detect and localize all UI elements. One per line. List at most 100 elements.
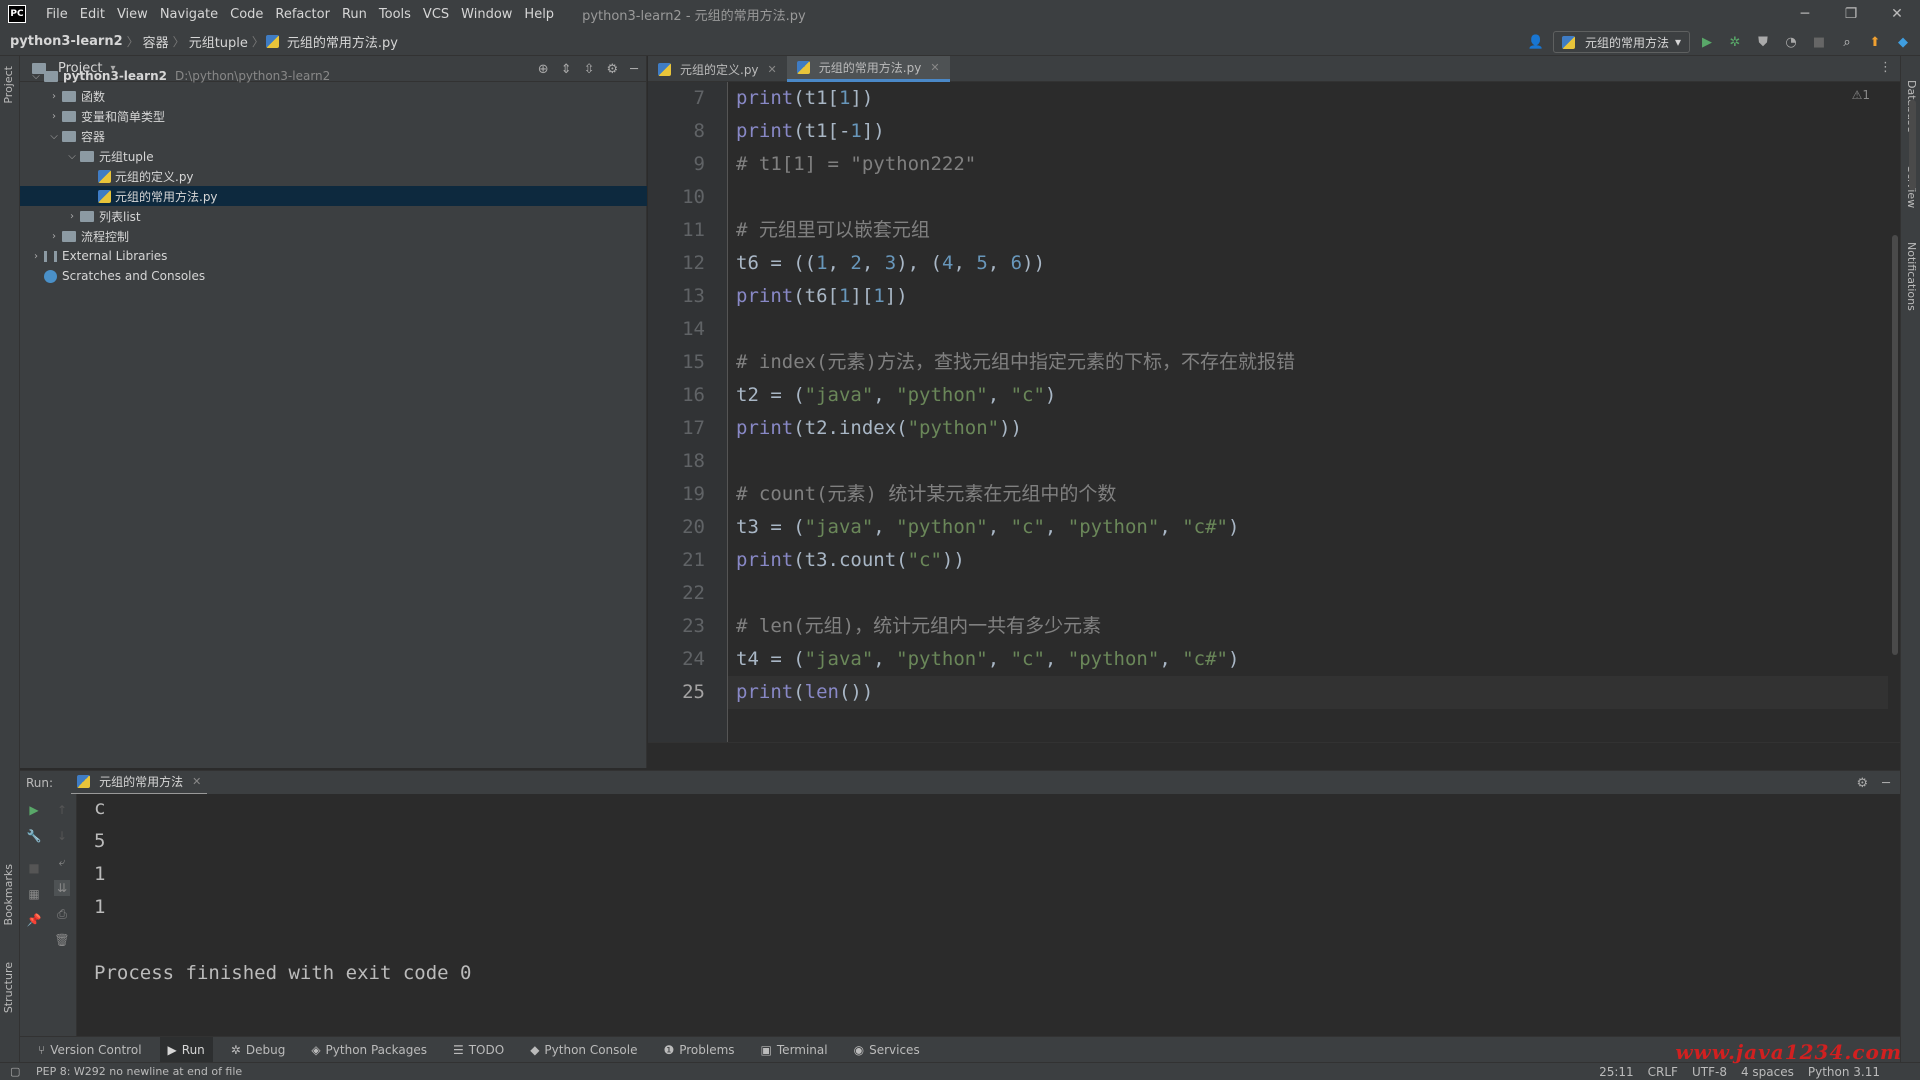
rerun-icon[interactable]: ▶ [26,802,42,818]
code-line[interactable]: # 元组里可以嵌套元组 [736,214,1896,247]
hide-icon[interactable]: ─ [1882,776,1890,791]
code-line[interactable]: print(t2.index("python")) [736,412,1896,445]
chevron-right-icon[interactable]: › [64,211,80,222]
code-line[interactable] [736,445,1896,478]
code-editor[interactable]: ⚠1 print(t1[1]) print(t1[-1]) # t1[1] = "p… [728,82,1900,742]
menu-refactor[interactable]: Refactor [269,7,336,22]
menu-window[interactable]: Window [455,7,518,22]
code-line[interactable]: print(len()) [728,676,1888,709]
code-line[interactable]: print(t6[1][1]) [736,280,1896,313]
code-line[interactable]: print(t3.count("c")) [736,544,1896,577]
debug-icon[interactable]: ✲ [1724,31,1746,53]
tree-item[interactable]: › 列表list [20,206,647,226]
run-icon[interactable]: ▶ [1696,31,1718,53]
user-icon[interactable]: 👤 [1525,31,1547,53]
menu-help[interactable]: Help [518,7,560,22]
soft-wrap-icon[interactable]: ⤶ [54,854,70,870]
search-icon[interactable]: ⌕ [1836,31,1858,53]
close-icon[interactable]: ✕ [768,63,777,76]
close-button[interactable]: ✕ [1874,0,1920,28]
arrow-down-icon[interactable]: ↓ [54,828,70,844]
tree-item[interactable]: ⌵ python3-learn2 D:\python\python3-learn2 [20,66,647,86]
chevron-right-icon[interactable]: › [46,111,62,122]
gear-icon[interactable]: ⚙ [1857,776,1869,791]
chevron-down-icon[interactable]: ⌵ [64,151,80,162]
notifications-tool-tab[interactable]: Notifications [1905,242,1918,311]
pin-icon[interactable]: 📌 [26,912,42,928]
chevron-right-icon[interactable]: › [46,91,62,102]
chevron-down-icon[interactable]: ⌵ [28,71,44,82]
more-options-icon[interactable]: ⋮ [1879,60,1892,75]
minimize-button[interactable]: ─ [1782,0,1828,28]
code-line[interactable]: t3 = ("java", "python", "c", "python", "… [736,511,1896,544]
editor-tab[interactable]: 元组的定义.py ✕ [648,56,787,82]
update-icon[interactable]: ⬆ [1864,31,1886,53]
breadcrumb-item[interactable]: 元组的常用方法.py [283,32,402,51]
chevron-right-icon[interactable]: › [28,251,44,262]
tree-item[interactable]: ⌵ 元组tuple [20,146,647,166]
menu-tools[interactable]: Tools [373,7,417,22]
tool-window-todo[interactable]: ☰ TODO [445,1037,512,1063]
tree-item[interactable]: 元组的常用方法.py [20,186,647,206]
bookmarks-tool-tab[interactable]: Bookmarks [2,864,15,925]
breadcrumb-item[interactable]: 容器 [139,32,173,51]
code-line[interactable]: print(t1[-1]) [736,115,1896,148]
tool-window-problems[interactable]: ❶ Problems [655,1037,742,1063]
close-icon[interactable]: ✕ [930,61,939,74]
tree-item[interactable]: › 流程控制 [20,226,647,246]
profile-icon[interactable]: ◔ [1780,31,1802,53]
line-separator[interactable]: CRLF [1648,1065,1678,1079]
tool-window-python-packages[interactable]: ◈ Python Packages [303,1037,435,1063]
code-line[interactable]: t2 = ("java", "python", "c") [736,379,1896,412]
indent-setting[interactable]: 4 spaces [1741,1065,1794,1079]
jetbrains-icon[interactable]: ◆ [1892,31,1914,53]
editor-tab[interactable]: 元组的常用方法.py ✕ [786,56,950,82]
print-icon[interactable]: ⎙ [54,906,70,922]
editor-scrollbar[interactable] [1892,235,1898,655]
tree-item[interactable]: 元组的定义.py [20,166,647,186]
structure-tool-tab[interactable]: Structure [2,962,15,1013]
tool-window-run[interactable]: ▶ Run [159,1036,213,1063]
run-configuration-select[interactable]: 元组的常用方法 ▾ [1552,31,1690,53]
code-line[interactable]: # index(元素)方法，查找元组中指定元素的下标，不存在就报错 [736,346,1896,379]
chevron-down-icon[interactable]: ⌵ [46,131,62,142]
tree-item[interactable]: › 函数 [20,86,647,106]
tool-window-services[interactable]: ◉ Services [846,1037,928,1063]
python-interpreter[interactable]: Python 3.11 [1808,1065,1880,1079]
code-line[interactable]: # len(元组)，统计元组内一共有多少元素 [736,610,1896,643]
code-line[interactable]: print(t1[1]) [736,82,1896,115]
tree-item[interactable]: › External Libraries [20,246,647,266]
code-line[interactable] [736,181,1896,214]
caret-position[interactable]: 25:11 [1599,1065,1634,1079]
code-line[interactable] [736,577,1896,610]
menu-run[interactable]: Run [336,7,373,22]
menu-navigate[interactable]: Navigate [154,7,224,22]
tree-item[interactable]: ⌵ 容器 [20,126,647,146]
stop-icon[interactable]: ■ [1808,31,1830,53]
arrow-up-icon[interactable]: ↑ [54,802,70,818]
tool-window-version-control[interactable]: ⑂ Version Control [30,1037,150,1063]
project-tool-tab[interactable]: Project [2,66,15,104]
status-message[interactable]: PEP 8: W292 no newline at end of file [36,1065,242,1078]
chevron-right-icon[interactable]: › [46,231,62,242]
code-line[interactable]: t6 = ((1, 2, 3), (4, 5, 6)) [736,247,1896,280]
code-line[interactable]: # count(元素) 统计某元素在元组中的个数 [736,478,1896,511]
tree-item[interactable]: › 变量和简单类型 [20,106,647,126]
menu-edit[interactable]: Edit [74,7,111,22]
scroll-to-end-icon[interactable]: ⇊ [54,880,70,896]
tool-window-python-console[interactable]: ◆ Python Console [522,1037,645,1063]
close-icon[interactable]: ✕ [192,775,201,788]
stop-icon[interactable]: ■ [26,860,42,876]
menu-code[interactable]: Code [224,7,269,22]
breadcrumb-item[interactable]: python3-learn2 [6,34,127,49]
tool-window-debug[interactable]: ✲ Debug [223,1037,294,1063]
code-line[interactable]: t4 = ("java", "python", "c", "python", "… [736,643,1896,676]
tool-window-terminal[interactable]: ▣ Terminal [753,1037,836,1063]
menu-vcs[interactable]: VCS [417,7,455,22]
breadcrumb-item[interactable]: 元组tuple [185,32,252,51]
run-console-output[interactable]: c 5 1 1 Process finished with exit code 0 [77,794,1900,1036]
coverage-icon[interactable]: ⛊ [1752,31,1774,53]
code-line[interactable]: # t1[1] = "python222" [736,148,1896,181]
console-scrollbar[interactable] [1909,100,1916,190]
menu-file[interactable]: File [40,7,74,22]
